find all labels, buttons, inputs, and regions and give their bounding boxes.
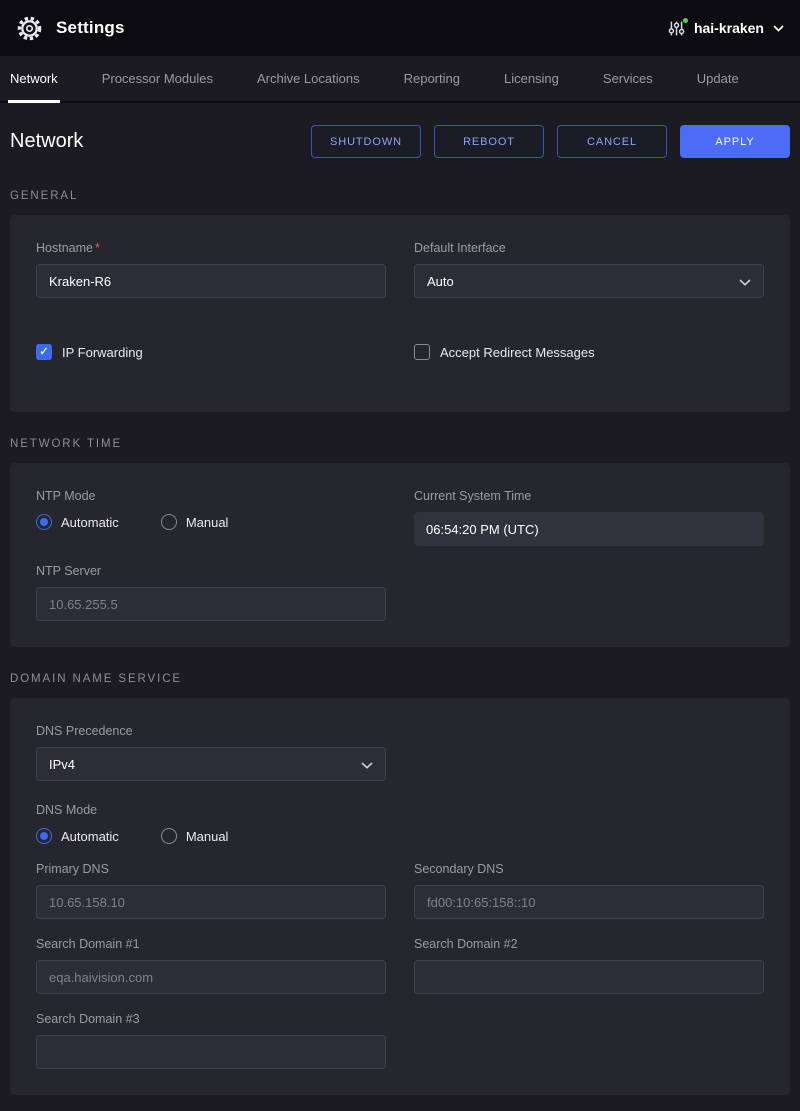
app-header-left: Settings xyxy=(16,15,125,42)
dns-mode-group: DNS Mode Automatic Manual xyxy=(36,803,764,844)
search-domain-1-input xyxy=(36,960,386,994)
radio-icon xyxy=(36,828,52,844)
page-actions: SHUTDOWN REBOOT CANCEL APPLY xyxy=(311,125,790,158)
app-title: Settings xyxy=(56,18,125,38)
dns-precedence-select[interactable]: IPv4 xyxy=(36,747,386,781)
accept-redirect-label: Accept Redirect Messages xyxy=(440,345,595,360)
search-domain-3-field: Search Domain #3 xyxy=(36,1012,386,1069)
apply-button[interactable]: APPLY xyxy=(680,125,790,158)
default-interface-select[interactable]: Auto xyxy=(414,264,764,298)
tab-update[interactable]: Update xyxy=(695,56,741,103)
accept-redirect-checkbox[interactable]: ✓ Accept Redirect Messages xyxy=(414,344,764,360)
dns-mode-manual-radio[interactable]: Manual xyxy=(161,828,229,844)
secondary-dns-input xyxy=(414,885,764,919)
dns-card: DNS Precedence IPv4 DNS Mode Automatic xyxy=(10,698,790,1095)
dns-precedence-label: DNS Precedence xyxy=(36,724,386,738)
ntp-server-input xyxy=(36,587,386,621)
radio-icon xyxy=(36,514,52,530)
section-network-time-title: NETWORK TIME xyxy=(10,438,790,450)
search-domain-2-label: Search Domain #2 xyxy=(414,937,764,951)
network-time-card: NTP Mode Automatic Manual Current System… xyxy=(10,463,790,647)
current-system-time-label: Current System Time xyxy=(414,489,764,503)
ntp-mode-group: NTP Mode Automatic Manual xyxy=(36,489,386,546)
ntp-mode-manual-radio[interactable]: Manual xyxy=(161,514,229,530)
chevron-down-icon xyxy=(361,757,373,772)
hostname-label: Hostname* xyxy=(36,241,386,255)
general-card: Hostname* Default Interface Auto ✓ IP Fo… xyxy=(10,215,790,412)
check-icon: ✓ xyxy=(39,347,48,358)
ntp-automatic-label: Automatic xyxy=(61,515,119,530)
checkbox-icon: ✓ xyxy=(414,344,430,360)
settings-gear-icon xyxy=(16,15,43,42)
default-interface-field: Default Interface Auto xyxy=(414,241,764,298)
secondary-dns-field: Secondary DNS xyxy=(414,862,764,919)
tab-processor-modules[interactable]: Processor Modules xyxy=(100,56,215,103)
dns-precedence-field: DNS Precedence IPv4 xyxy=(36,724,386,781)
user-menu[interactable]: hai-kraken xyxy=(668,19,784,37)
chevron-down-icon xyxy=(773,19,784,37)
shutdown-button[interactable]: SHUTDOWN xyxy=(311,125,421,158)
ntp-mode-automatic-radio[interactable]: Automatic xyxy=(36,514,119,530)
radio-dot xyxy=(40,832,48,840)
page-title-row: Network SHUTDOWN REBOOT CANCEL APPLY xyxy=(0,103,800,164)
hostname-field: Hostname* xyxy=(36,241,386,298)
reboot-button[interactable]: REBOOT xyxy=(434,125,544,158)
current-system-time-value: 06:54:20 PM (UTC) xyxy=(414,512,764,546)
dns-automatic-label: Automatic xyxy=(61,829,119,844)
radio-icon xyxy=(161,828,177,844)
search-domain-3-input xyxy=(36,1035,386,1069)
ntp-mode-radio-group: Automatic Manual xyxy=(36,514,386,530)
page-title: Network xyxy=(10,130,83,153)
required-asterisk: * xyxy=(95,241,100,255)
primary-dns-input xyxy=(36,885,386,919)
dns-mode-label: DNS Mode xyxy=(36,803,764,817)
dns-mode-radio-group: Automatic Manual xyxy=(36,828,764,844)
hostname-input[interactable] xyxy=(36,264,386,298)
secondary-dns-label: Secondary DNS xyxy=(414,862,764,876)
radio-icon xyxy=(161,514,177,530)
ip-forwarding-checkbox[interactable]: ✓ IP Forwarding xyxy=(36,344,386,360)
ntp-server-field: NTP Server xyxy=(36,564,386,621)
primary-dns-label: Primary DNS xyxy=(36,862,386,876)
tab-network[interactable]: Network xyxy=(8,56,60,103)
section-general-title: GENERAL xyxy=(10,190,790,202)
ntp-server-label: NTP Server xyxy=(36,564,386,578)
dns-mode-automatic-radio[interactable]: Automatic xyxy=(36,828,119,844)
current-system-time-field: Current System Time 06:54:20 PM (UTC) xyxy=(414,489,764,546)
tab-licensing[interactable]: Licensing xyxy=(502,56,561,103)
device-name: hai-kraken xyxy=(694,20,764,36)
search-domain-3-label: Search Domain #3 xyxy=(36,1012,386,1026)
dns-manual-label: Manual xyxy=(186,829,229,844)
app-header: Settings hai-kraken xyxy=(0,0,800,56)
device-sliders-icon xyxy=(668,20,685,37)
settings-tabs: Network Processor Modules Archive Locati… xyxy=(0,56,800,103)
dns-precedence-value: IPv4 xyxy=(49,757,75,772)
cancel-button[interactable]: CANCEL xyxy=(557,125,667,158)
tab-services[interactable]: Services xyxy=(601,56,655,103)
tab-reporting[interactable]: Reporting xyxy=(402,56,462,103)
radio-dot xyxy=(40,518,48,526)
default-interface-value: Auto xyxy=(427,274,454,289)
ip-forwarding-label: IP Forwarding xyxy=(62,345,143,360)
ntp-manual-label: Manual xyxy=(186,515,229,530)
section-dns-title: DOMAIN NAME SERVICE xyxy=(10,673,790,685)
ntp-mode-label: NTP Mode xyxy=(36,489,386,503)
search-domain-1-field: Search Domain #1 xyxy=(36,937,386,994)
settings-page: Settings hai-kraken xyxy=(0,0,800,1111)
search-domain-2-input xyxy=(414,960,764,994)
online-status-dot xyxy=(682,17,689,24)
search-domain-2-field: Search Domain #2 xyxy=(414,937,764,994)
search-domain-1-label: Search Domain #1 xyxy=(36,937,386,951)
default-interface-label: Default Interface xyxy=(414,241,764,255)
chevron-down-icon xyxy=(739,274,751,289)
checkbox-icon: ✓ xyxy=(36,344,52,360)
tab-archive-locations[interactable]: Archive Locations xyxy=(255,56,362,103)
primary-dns-field: Primary DNS xyxy=(36,862,386,919)
